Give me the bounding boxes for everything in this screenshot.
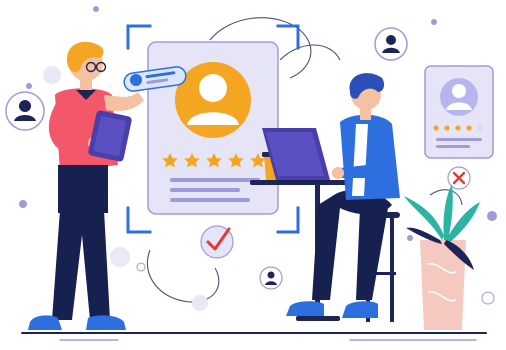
user-profile-icon: [175, 62, 251, 138]
star-icon: [455, 125, 461, 131]
floating-avatar-bottom: [259, 266, 283, 290]
right-shoe: [86, 315, 126, 330]
user-profile-icon: [440, 78, 478, 116]
star-icon: [433, 125, 439, 131]
star-icon: [444, 125, 450, 131]
potted-plant: [404, 184, 480, 330]
star-icon: [466, 125, 472, 131]
shoe: [286, 301, 324, 316]
floating-avatar-top-right: [374, 27, 408, 61]
floating-avatar-left: [5, 91, 45, 131]
left-shoe: [28, 315, 62, 330]
side-profile-card: [424, 65, 494, 159]
checkmark-icon: [200, 225, 234, 259]
shoe: [342, 301, 378, 318]
seated-candidate: [286, 73, 400, 322]
star-icon: [477, 125, 483, 131]
hr-recruitment-illustration: [0, 0, 506, 350]
illustration-canvas: [5, 6, 497, 341]
